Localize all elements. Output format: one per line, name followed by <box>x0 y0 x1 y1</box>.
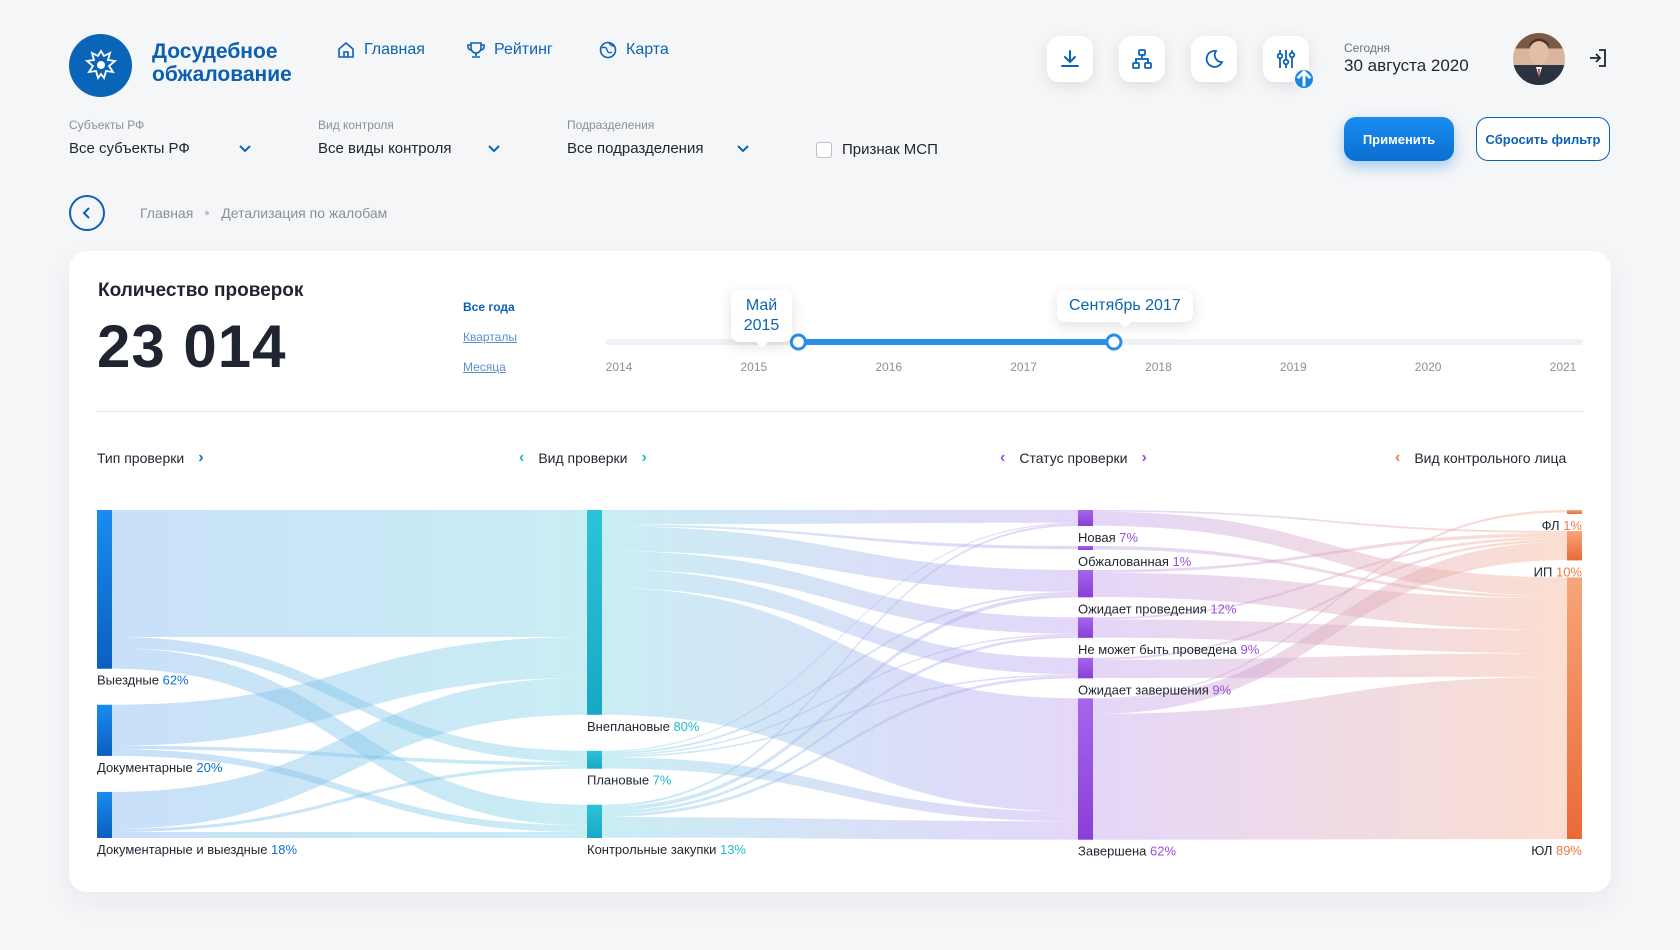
sankey-node-label: Ожидает завершения 9% <box>1078 682 1232 697</box>
sankey-node[interactable] <box>1078 657 1093 679</box>
sankey-link[interactable] <box>602 510 1078 525</box>
sankey-chart: Выездные 62% Документарные 20% Документарн… <box>97 510 1583 859</box>
sankey-node-label: ИП 10% <box>1534 564 1583 579</box>
sankey-node[interactable] <box>1567 510 1582 514</box>
sankey-node-label: Контрольные закупки 13% <box>587 842 746 857</box>
sankey-node-label: Документарные и выездные 18% <box>97 842 298 857</box>
sankey-node[interactable] <box>587 750 602 769</box>
sankey-node[interactable] <box>1567 577 1582 840</box>
sankey-link[interactable] <box>112 510 587 637</box>
sankey-node-label: Новая 7% <box>1078 530 1138 545</box>
sankey-node[interactable] <box>1567 531 1582 561</box>
sankey-node-label: Не может быть проведена 9% <box>1078 642 1260 657</box>
sankey-node[interactable] <box>1078 617 1093 638</box>
sankey-node-label: Завершена 62% <box>1078 844 1176 859</box>
sankey-node-label: Выездные 62% <box>97 673 189 688</box>
sankey-node-label: ЮЛ 89% <box>1531 843 1582 858</box>
sankey-node-label: Обжалованная 1% <box>1078 554 1192 569</box>
sankey-node-label: ФЛ 1% <box>1542 518 1583 533</box>
sankey-node[interactable] <box>97 791 112 838</box>
sankey-node-label: Плановые 7% <box>587 773 672 788</box>
sankey-node[interactable] <box>1078 698 1093 840</box>
sankey-node[interactable] <box>97 704 112 756</box>
sankey-node[interactable] <box>1078 545 1093 550</box>
sankey-node[interactable] <box>1078 510 1093 526</box>
sankey-node-label: Внеплановые 80% <box>587 719 700 734</box>
sankey-node-label: Ожидает проведения 12% <box>1078 601 1237 616</box>
sankey-node[interactable] <box>587 804 602 838</box>
sankey-node-label: Документарные 20% <box>97 760 223 775</box>
sankey-node[interactable] <box>97 510 112 669</box>
sankey-link[interactable] <box>112 832 587 838</box>
sankey-node[interactable] <box>1078 569 1093 598</box>
sankey-link[interactable] <box>602 817 1078 840</box>
sankey-node[interactable] <box>587 510 602 715</box>
sankey-link[interactable] <box>1093 653 1567 679</box>
